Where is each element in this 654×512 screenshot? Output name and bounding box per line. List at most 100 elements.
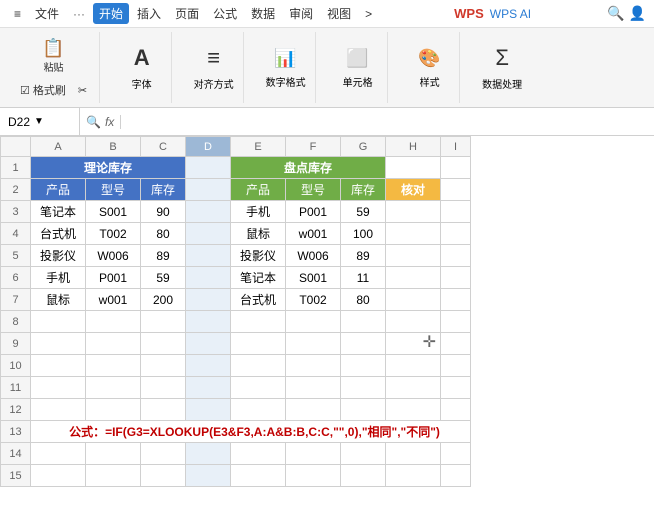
cell-B3[interactable]: S001 [86, 201, 141, 223]
cell-D11[interactable] [186, 377, 231, 399]
cell-H14[interactable] [386, 443, 441, 465]
cell-A3[interactable]: 笔记本 [31, 201, 86, 223]
cell-A15[interactable] [31, 465, 86, 487]
cell-G3[interactable]: 59 [341, 201, 386, 223]
menu-view[interactable]: 视图 [321, 3, 357, 24]
cell-F3[interactable]: P001 [286, 201, 341, 223]
cell-D6[interactable] [186, 267, 231, 289]
cell-I3[interactable] [441, 201, 471, 223]
col-header-C[interactable]: C [141, 137, 186, 157]
cell-I6[interactable] [441, 267, 471, 289]
cell-D15[interactable] [186, 465, 231, 487]
cell-I15[interactable] [441, 465, 471, 487]
cell-C10[interactable] [141, 355, 186, 377]
cell-F14[interactable] [286, 443, 341, 465]
cell-B10[interactable] [86, 355, 141, 377]
cell-B12[interactable] [86, 399, 141, 421]
cell-C3[interactable]: 90 [141, 201, 186, 223]
cell-H3[interactable] [386, 201, 441, 223]
cell-C15[interactable] [141, 465, 186, 487]
cell-A2[interactable]: 产品 [31, 179, 86, 201]
cell-C4[interactable]: 80 [141, 223, 186, 245]
cell-D14[interactable] [186, 443, 231, 465]
menu-formula[interactable]: 公式 [207, 3, 243, 24]
account-icon[interactable]: 👤 [629, 5, 646, 22]
cell-button[interactable]: ⬜ [338, 46, 378, 70]
cell-B7[interactable]: w001 [86, 289, 141, 311]
cell-D1[interactable] [186, 157, 231, 179]
menu-insert[interactable]: 插入 [131, 3, 167, 24]
cell-E10[interactable] [231, 355, 286, 377]
col-header-F[interactable]: F [286, 137, 341, 157]
cell-H6[interactable] [386, 267, 441, 289]
cell-H7[interactable] [386, 289, 441, 311]
cell-C8[interactable] [141, 311, 186, 333]
cell-E9[interactable] [231, 333, 286, 355]
cell-C7[interactable]: 200 [141, 289, 186, 311]
cell-H10[interactable] [386, 355, 441, 377]
cell-D3[interactable] [186, 201, 231, 223]
cell-D7[interactable] [186, 289, 231, 311]
cell-E8[interactable] [231, 311, 286, 333]
cell-F7[interactable]: T002 [286, 289, 341, 311]
cell-F12[interactable] [286, 399, 341, 421]
align-button[interactable]: ≡ [194, 44, 234, 72]
cell-I10[interactable] [441, 355, 471, 377]
menu-more[interactable]: > [359, 5, 378, 23]
cell-G15[interactable] [341, 465, 386, 487]
menu-page[interactable]: 页面 [169, 3, 205, 24]
cell-I12[interactable] [441, 399, 471, 421]
cell-F4[interactable]: w001 [286, 223, 341, 245]
cell-A10[interactable] [31, 355, 86, 377]
cell-I8[interactable] [441, 311, 471, 333]
cell-reference-box[interactable]: D22 ▼ [0, 108, 80, 135]
cell-A14[interactable] [31, 443, 86, 465]
cell-G4[interactable]: 100 [341, 223, 386, 245]
cell-G6[interactable]: 11 [341, 267, 386, 289]
menu-data[interactable]: 数据 [245, 3, 281, 24]
cell-B15[interactable] [86, 465, 141, 487]
cell-G5[interactable]: 89 [341, 245, 386, 267]
cell-A12[interactable] [31, 399, 86, 421]
cell-H1[interactable] [386, 157, 441, 179]
cell-D12[interactable] [186, 399, 231, 421]
cell-B9[interactable] [86, 333, 141, 355]
cell-H11[interactable] [386, 377, 441, 399]
cell-E6[interactable]: 笔记本 [231, 267, 286, 289]
cell-A4[interactable]: 台式机 [31, 223, 86, 245]
cell-E11[interactable] [231, 377, 286, 399]
cell-F9[interactable] [286, 333, 341, 355]
cell-A5[interactable]: 投影仪 [31, 245, 86, 267]
cell-C6[interactable]: 59 [141, 267, 186, 289]
menu-review[interactable]: 审阅 [283, 3, 319, 24]
cell-C9[interactable] [141, 333, 186, 355]
cell-F15[interactable] [286, 465, 341, 487]
cell-F8[interactable] [286, 311, 341, 333]
cell-D8[interactable] [186, 311, 231, 333]
cell-H15[interactable] [386, 465, 441, 487]
number-button[interactable]: 📊 [266, 46, 306, 70]
cell-F2[interactable]: 型号 [286, 179, 341, 201]
cell-A11[interactable] [31, 377, 86, 399]
menu-file[interactable]: 文件 [29, 3, 65, 24]
cell-H12[interactable] [386, 399, 441, 421]
search-icon[interactable]: 🔍 [607, 5, 624, 22]
cut-button[interactable]: ✂ [74, 83, 91, 98]
cell-C12[interactable] [141, 399, 186, 421]
cell-H2[interactable]: 核对 [386, 179, 441, 201]
cell-I9[interactable] [441, 333, 471, 355]
font-button[interactable]: A [122, 44, 162, 72]
cell-E7[interactable]: 台式机 [231, 289, 286, 311]
cell-C5[interactable]: 89 [141, 245, 186, 267]
cell-E1[interactable]: 盘点库存 [231, 157, 386, 179]
cell-F5[interactable]: W006 [286, 245, 341, 267]
sheet-scroll[interactable]: A B C D E F G H I 1 理论库存 盘点库存 [0, 136, 654, 512]
cell-A7[interactable]: 鼠标 [31, 289, 86, 311]
menu-hamburger[interactable]: ≡ [8, 5, 27, 23]
cell-C2[interactable]: 库存 [141, 179, 186, 201]
cell-E15[interactable] [231, 465, 286, 487]
cell-B11[interactable] [86, 377, 141, 399]
cell-I1[interactable] [441, 157, 471, 179]
cell-I14[interactable] [441, 443, 471, 465]
cell-G8[interactable] [341, 311, 386, 333]
